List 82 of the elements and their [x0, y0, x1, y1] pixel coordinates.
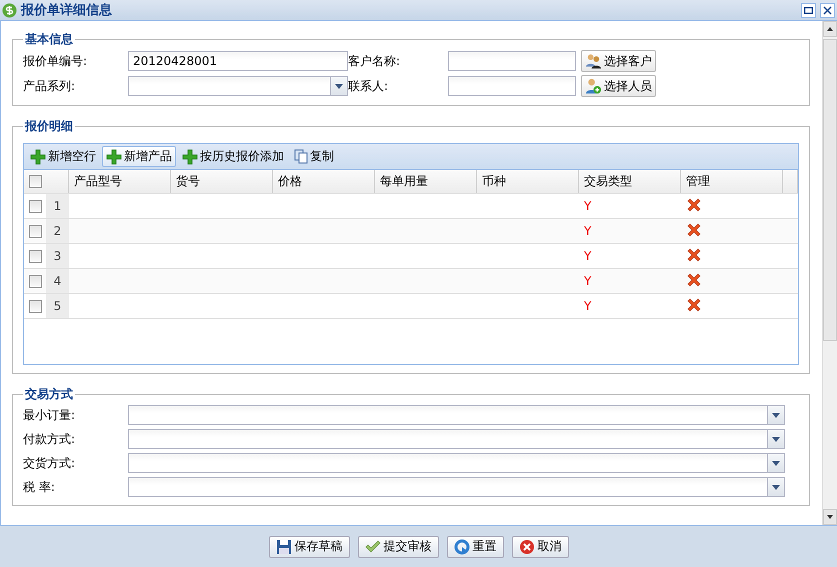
up-arrow-icon: [827, 27, 833, 31]
dropdown-arrow-icon[interactable]: [772, 436, 780, 442]
select-field[interactable]: [128, 429, 785, 449]
column-header[interactable]: 币种: [477, 170, 579, 193]
input-field[interactable]: 20120428001: [128, 51, 348, 71]
column-header[interactable]: 货号: [171, 170, 273, 193]
table-cell-text: Y: [583, 299, 592, 313]
cancel-icon: [518, 538, 534, 554]
submit-button[interactable]: 提交审核: [358, 536, 438, 558]
dropdown-arrow-icon[interactable]: [772, 484, 780, 490]
column-header[interactable]: 每单用量: [375, 170, 477, 193]
section-title: 基本信息: [24, 31, 74, 48]
maximize-icon: [804, 6, 813, 14]
section-title: 交易方式: [24, 386, 74, 403]
plus-icon: [182, 148, 198, 164]
delete-icon[interactable]: [686, 222, 702, 238]
save-button[interactable]: 保存草稿: [268, 536, 350, 558]
column-header[interactable]: 管理: [681, 170, 783, 193]
row-number: 5: [46, 294, 69, 318]
section-title: 报价明细: [24, 118, 74, 135]
column-header[interactable]: 价格: [273, 170, 375, 193]
field-label: 联系人:: [348, 78, 390, 94]
row-number: 3: [46, 244, 69, 268]
row-checkbox[interactable]: [28, 200, 42, 212]
select-field[interactable]: [128, 405, 785, 425]
close-icon: [823, 6, 832, 14]
toolbar-button[interactable]: 新增产品: [102, 146, 176, 167]
scrollbar-thumb[interactable]: [823, 39, 837, 341]
checkmark-icon: [364, 538, 380, 554]
field-label: 报价单编号:: [23, 52, 88, 70]
select-field[interactable]: [128, 453, 785, 473]
select-all-checkbox[interactable]: [28, 175, 42, 188]
toolbar-button[interactable]: 按历史报价添加: [178, 146, 288, 167]
column-header[interactable]: 产品型号: [69, 170, 171, 193]
close-button[interactable]: [820, 2, 835, 18]
select-person-button[interactable]: 选择人员: [581, 75, 656, 97]
dropdown-arrow-icon[interactable]: [772, 460, 780, 466]
row-checkbox[interactable]: [28, 224, 42, 238]
dollar-icon: [2, 2, 17, 18]
field-label: 交货方式:: [23, 454, 76, 472]
field-label: 产品系列:: [23, 78, 76, 94]
maximize-button[interactable]: [801, 2, 816, 18]
column-header[interactable]: 交易类型: [579, 170, 681, 193]
select-field[interactable]: [128, 477, 785, 497]
field-label: 付款方式:: [23, 430, 76, 448]
row-checkbox[interactable]: [28, 300, 42, 312]
delete-icon[interactable]: [686, 296, 702, 312]
table-cell-text: Y: [583, 224, 592, 238]
window-title: 报价单详细信息: [21, 2, 113, 19]
toolbar-button[interactable]: 复制: [290, 146, 338, 167]
down-arrow-icon: [827, 515, 833, 519]
row-number: 2: [46, 219, 69, 243]
input-field[interactable]: [448, 76, 576, 96]
scroll-up-button[interactable]: [823, 21, 837, 37]
add-person-icon: [585, 77, 602, 95]
table-cell-text: Y: [583, 249, 592, 263]
toolbar-button[interactable]: 新增空行: [26, 146, 100, 167]
plus-icon: [30, 148, 46, 164]
dropdown-arrow-icon[interactable]: [772, 412, 780, 418]
table-cell-text: Y: [583, 274, 592, 288]
row-number: 4: [46, 269, 69, 293]
copy-icon: [294, 149, 308, 164]
input-field[interactable]: [448, 51, 576, 71]
delete-icon[interactable]: [686, 272, 702, 288]
refresh-icon: [454, 538, 470, 554]
cancel-button[interactable]: 取消: [512, 536, 568, 558]
scroll-down-button[interactable]: [823, 509, 837, 525]
table-cell-text: Y: [583, 199, 592, 213]
plus-icon: [106, 148, 122, 164]
field-label: 税 率:: [23, 478, 56, 496]
reset-button[interactable]: 重置: [446, 536, 504, 558]
field-label: 客户名称:: [348, 52, 402, 70]
select-customer-button[interactable]: 选择客户: [581, 50, 656, 72]
row-checkbox[interactable]: [28, 274, 42, 288]
select-field[interactable]: [128, 76, 348, 96]
delete-icon[interactable]: [686, 246, 702, 262]
delete-icon[interactable]: [686, 196, 702, 212]
dropdown-arrow-icon[interactable]: [335, 84, 343, 88]
field-label: 最小订量:: [23, 406, 76, 424]
users-icon: [585, 52, 602, 70]
row-checkbox[interactable]: [28, 250, 42, 262]
row-number: 1: [46, 194, 69, 218]
